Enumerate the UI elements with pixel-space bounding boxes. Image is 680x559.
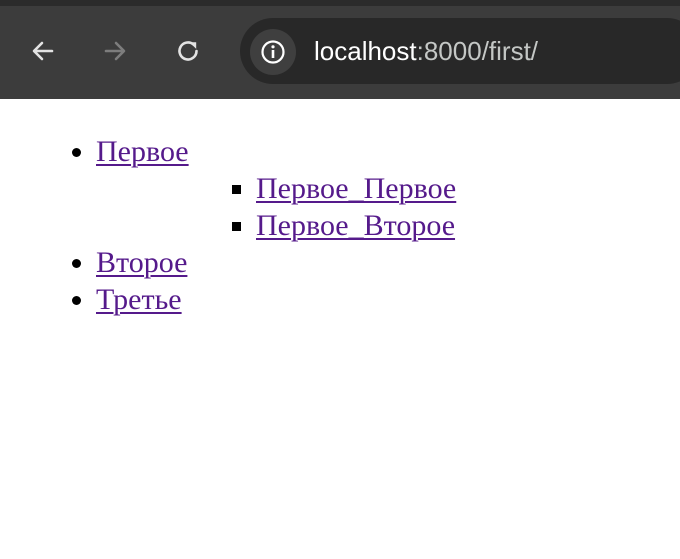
url-text[interactable]: localhost:8000/first/ xyxy=(314,35,538,67)
arrow-right-icon xyxy=(104,41,126,61)
info-icon xyxy=(261,40,285,64)
url-path: :8000/first/ xyxy=(416,36,539,66)
page-content: Первое Первое_Первое Первое_Второе Второ… xyxy=(0,99,680,559)
tab-strip-edge xyxy=(0,0,680,6)
menu-item-third: Третье xyxy=(96,281,456,318)
submenu-list: Первое_Первое Первое_Второе xyxy=(96,170,456,244)
menu-link-first[interactable]: Первое xyxy=(96,135,189,168)
submenu-item-first-second: Первое_Второе xyxy=(256,207,456,244)
menu-link-third[interactable]: Третье xyxy=(96,283,182,316)
address-bar[interactable]: localhost:8000/first/ xyxy=(240,18,680,84)
menu-list: Первое Первое_Первое Первое_Второе Второ… xyxy=(0,133,456,318)
arrow-left-icon xyxy=(32,41,54,61)
site-info-button[interactable] xyxy=(250,29,296,75)
reload-button[interactable] xyxy=(168,31,208,71)
browser-toolbar: localhost:8000/first/ xyxy=(0,0,680,99)
reload-icon xyxy=(178,41,198,61)
submenu-item-first-first: Первое_Первое xyxy=(256,170,456,207)
menu-item-first: Первое Первое_Первое Первое_Второе xyxy=(96,133,456,244)
menu-item-second: Второе xyxy=(96,244,456,281)
submenu-link-first-second[interactable]: Первое_Второе xyxy=(256,209,455,242)
forward-button[interactable] xyxy=(95,31,135,71)
menu-link-second[interactable]: Второе xyxy=(96,246,187,279)
url-host: localhost xyxy=(314,36,417,66)
submenu-link-first-first[interactable]: Первое_Первое xyxy=(256,172,456,205)
back-button[interactable] xyxy=(23,31,63,71)
